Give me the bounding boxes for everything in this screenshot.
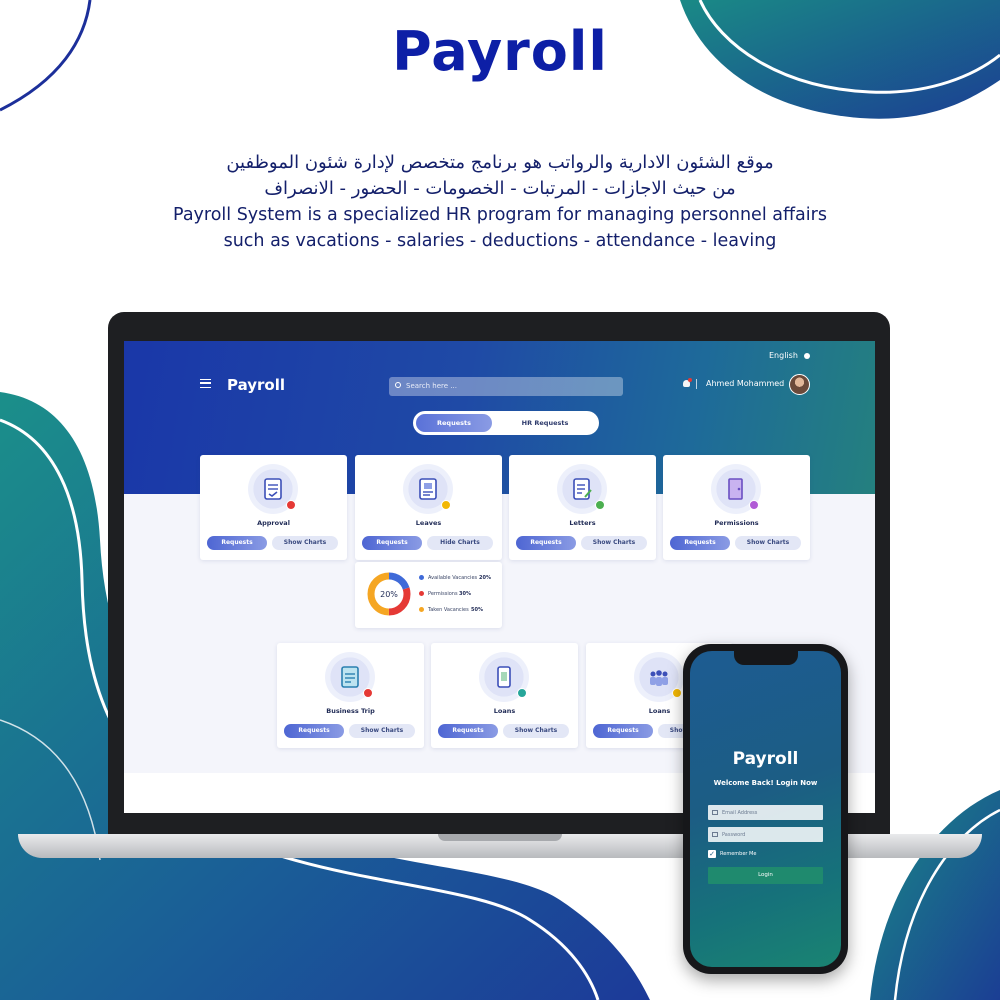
- id-card-icon: [419, 478, 437, 500]
- password-input[interactable]: [722, 829, 817, 840]
- requests-button[interactable]: Requests: [438, 724, 498, 738]
- user-name[interactable]: Ahmed Mohammed: [706, 379, 784, 388]
- icon-circle: [248, 464, 298, 514]
- avatar[interactable]: [789, 374, 810, 395]
- requests-button[interactable]: Requests: [516, 536, 576, 550]
- tab-hr-requests[interactable]: HR Requests: [497, 414, 593, 432]
- requests-button[interactable]: Requests: [284, 724, 344, 738]
- card-title: Permissions: [714, 519, 759, 527]
- header-divider: [696, 379, 697, 389]
- mail-icon: [712, 810, 718, 815]
- card-title: Leaves: [415, 519, 442, 527]
- hamburger-menu-icon[interactable]: [200, 379, 211, 388]
- donut-center-label: 20%: [380, 590, 398, 599]
- legend-label: Permissions: [428, 591, 458, 597]
- hide-charts-button[interactable]: Hide Charts: [427, 536, 493, 550]
- legend-value: 50%: [471, 607, 483, 613]
- search-box[interactable]: [389, 377, 623, 396]
- card-loans[interactable]: Loans Requests Show Charts: [431, 643, 578, 748]
- phone-frame: Payroll Welcome Back! Login Now ✓ Rememb…: [683, 644, 848, 974]
- legend-label: Taken Vacancies: [428, 607, 469, 613]
- laptop-notch: [438, 834, 562, 841]
- password-field[interactable]: [708, 827, 823, 842]
- requests-button[interactable]: Requests: [362, 536, 422, 550]
- card-title: Approval: [257, 519, 290, 527]
- status-badge: [286, 500, 296, 510]
- legend-item: Permissions 30%: [419, 591, 471, 597]
- show-charts-button[interactable]: Show Charts: [349, 724, 415, 738]
- card-title: Letters: [569, 519, 596, 527]
- legend-dot: [419, 607, 424, 612]
- remember-label: Remember Me: [720, 851, 757, 857]
- legend-item: Taken Vacancies 50%: [419, 607, 483, 613]
- team-icon: [650, 670, 668, 686]
- legend-item: Available Vacancies 20%: [419, 575, 491, 581]
- request-tabs: Requests HR Requests: [413, 411, 599, 435]
- app-logo: Payroll: [227, 376, 286, 394]
- description: موقع الشئون الادارية والرواتب هو برنامج …: [0, 150, 1000, 254]
- icon-circle: [557, 464, 607, 514]
- show-charts-button[interactable]: Show Charts: [503, 724, 569, 738]
- door-key-icon: [728, 478, 743, 500]
- requests-button[interactable]: Requests: [593, 724, 653, 738]
- legend-value: 20%: [479, 575, 491, 581]
- status-badge: [517, 688, 527, 698]
- language-switch[interactable]: English: [769, 351, 798, 360]
- globe-icon[interactable]: [804, 353, 810, 359]
- brand-title: Payroll: [392, 20, 608, 83]
- legend-value: 30%: [459, 591, 471, 597]
- english-description-line: Payroll System is a specialized HR progr…: [173, 205, 827, 225]
- status-badge: [363, 688, 373, 698]
- icon-circle: [403, 464, 453, 514]
- search-icon: [395, 382, 401, 388]
- status-badge: [441, 500, 451, 510]
- login-screen: Payroll Welcome Back! Login Now ✓ Rememb…: [690, 651, 841, 967]
- icon-circle: [479, 652, 529, 702]
- login-button[interactable]: Login: [708, 867, 823, 884]
- requests-button[interactable]: Requests: [207, 536, 267, 550]
- english-description-line: such as vacations - salaries - deduction…: [223, 231, 777, 251]
- legend-label: Available Vacancies: [428, 575, 478, 581]
- status-badge: [595, 500, 605, 510]
- arabic-description-line: موقع الشئون الادارية والرواتب هو برنامج …: [226, 152, 774, 173]
- money-phone-icon: [497, 666, 511, 688]
- card-title: Loans: [493, 707, 516, 715]
- show-charts-button[interactable]: Show Charts: [272, 536, 338, 550]
- status-badge: [672, 688, 682, 698]
- card-leaves[interactable]: Leaves Requests Hide Charts: [355, 455, 502, 560]
- letter-edit-icon: [573, 478, 592, 500]
- card-title: Business Trip: [326, 707, 375, 715]
- login-logo: Payroll: [732, 749, 799, 769]
- icon-circle: [325, 652, 375, 702]
- email-input[interactable]: [722, 807, 817, 818]
- leaves-chart-card: 20% Available Vacancies 20% Permissions …: [355, 562, 502, 628]
- document-check-icon: [264, 478, 282, 500]
- trip-document-icon: [341, 666, 359, 688]
- card-permissions[interactable]: Permissions Requests Show Charts: [663, 455, 810, 560]
- icon-circle: [634, 652, 684, 702]
- legend-dot: [419, 591, 424, 596]
- card-letters[interactable]: Letters Requests Show Charts: [509, 455, 656, 560]
- lock-icon: [712, 832, 718, 837]
- phone-notch: [734, 651, 798, 665]
- legend-dot: [419, 575, 424, 580]
- email-field[interactable]: [708, 805, 823, 820]
- status-badge: [749, 500, 759, 510]
- icon-circle: [711, 464, 761, 514]
- card-business-trip[interactable]: Business Trip Requests Show Charts: [277, 643, 424, 748]
- remember-checkbox[interactable]: ✓: [708, 850, 716, 858]
- notification-dot: [688, 378, 692, 382]
- show-charts-button[interactable]: Show Charts: [581, 536, 647, 550]
- leaves-donut-chart: 20%: [367, 572, 411, 616]
- welcome-text: Welcome Back! Login Now: [713, 779, 818, 787]
- arabic-description-line: من حيث الاجازات - المرتبات - الخصومات - …: [264, 178, 736, 199]
- show-charts-button[interactable]: Show Charts: [735, 536, 801, 550]
- tab-requests[interactable]: Requests: [416, 414, 492, 432]
- card-approval[interactable]: Approval Requests Show Charts: [200, 455, 347, 560]
- search-input[interactable]: [406, 380, 606, 392]
- requests-button[interactable]: Requests: [670, 536, 730, 550]
